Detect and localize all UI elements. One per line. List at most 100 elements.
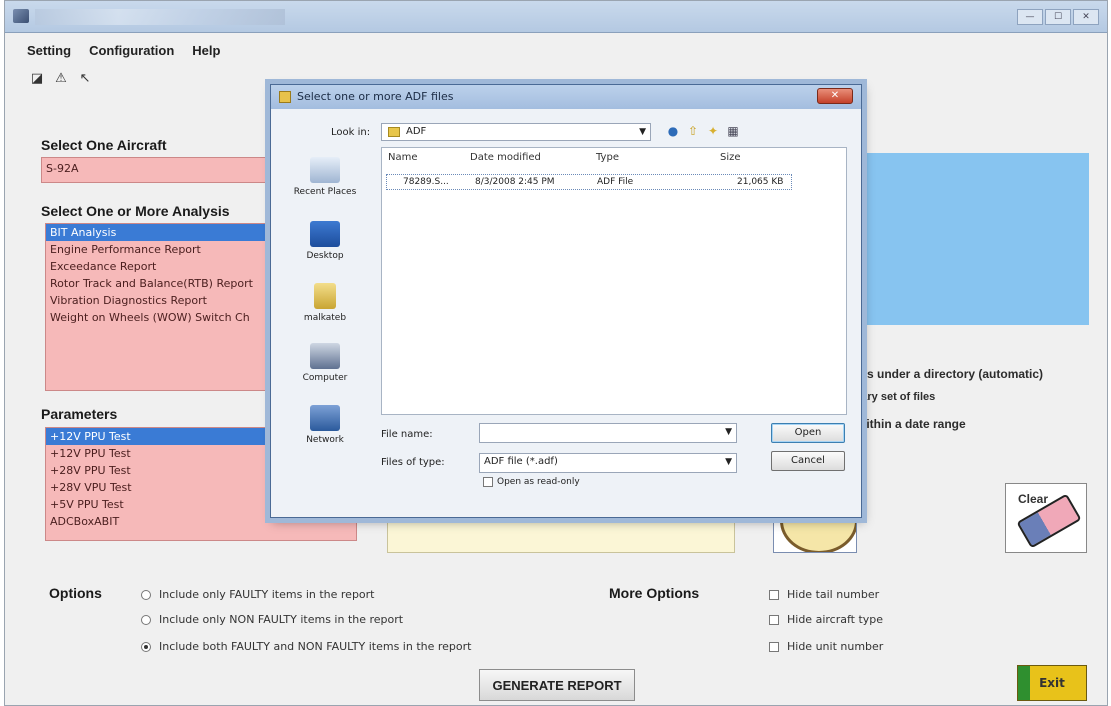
menu-configuration[interactable]: Configuration	[89, 43, 174, 58]
place-label: Network	[306, 435, 344, 445]
file-list: Name Date modified Type Size 78289.S... …	[381, 147, 847, 415]
place-user[interactable]: malkateb	[277, 283, 373, 323]
open-file-dialog: Select one or more ADF files ✕ Look in: …	[270, 84, 862, 518]
warning-icon[interactable]: ⚠	[53, 71, 69, 87]
check-hide-tail[interactable]: Hide tail number	[769, 588, 879, 601]
files-of-type-label: Files of type:	[381, 457, 445, 468]
checkbox[interactable]	[769, 614, 779, 625]
radio-label: Include both FAULTY and NON FAULTY items…	[159, 640, 472, 653]
analysis-item[interactable]: Weight on Wheels (WOW) Switch Ch	[46, 309, 280, 326]
options-title: Options	[49, 585, 102, 601]
place-desktop[interactable]: Desktop	[277, 221, 373, 261]
file-row[interactable]: 78289.S... 8/3/2008 2:45 PM ADF File 21,…	[386, 174, 792, 190]
column-size[interactable]: Size	[720, 152, 741, 163]
column-name[interactable]: Name	[388, 152, 418, 163]
recent-places-icon	[310, 157, 340, 183]
radio-non-faulty-only[interactable]: Include only NON FAULTY items in the rep…	[141, 613, 403, 626]
file-selection-panel	[851, 153, 1089, 325]
window-controls: — ☐ ✕	[1017, 9, 1099, 25]
close-window-button[interactable]: ✕	[1073, 9, 1099, 25]
look-in-value: ADF	[406, 126, 427, 137]
dialog-close-button[interactable]: ✕	[817, 88, 853, 104]
radio-label: Include only NON FAULTY items in the rep…	[159, 613, 404, 626]
folder-icon	[388, 127, 400, 137]
read-only-label: Open as read-only	[497, 477, 580, 487]
chevron-down-icon: ▼	[725, 427, 732, 437]
file-name-label: File name:	[381, 429, 433, 440]
minimize-button[interactable]: —	[1017, 9, 1043, 25]
aircraft-select[interactable]: S-92A	[41, 157, 281, 183]
option-date-range[interactable]: within a date range	[857, 417, 966, 431]
place-label: malkateb	[303, 313, 347, 323]
checkbox-label: Hide tail number	[787, 588, 880, 601]
place-label: Recent Places	[293, 187, 357, 197]
chevron-down-icon: ▼	[639, 127, 646, 137]
checkbox-label: Hide aircraft type	[787, 613, 884, 626]
radio-both[interactable]: Include both FAULTY and NON FAULTY items…	[141, 640, 471, 653]
chevron-down-icon: ▼	[725, 457, 732, 467]
checkbox[interactable]	[483, 477, 493, 487]
analysis-item[interactable]: BIT Analysis	[46, 224, 280, 241]
clear-button[interactable]: Clear	[1005, 483, 1087, 553]
analysis-list: BIT Analysis Engine Performance Report E…	[45, 223, 281, 391]
folder-icon	[279, 91, 291, 103]
back-icon[interactable]: ●	[665, 123, 681, 139]
file-type: ADF File	[597, 177, 634, 187]
exit-button[interactable]: Exit	[1017, 665, 1087, 701]
menu-help[interactable]: Help	[192, 43, 220, 58]
file-size: 21,065 KB	[737, 177, 784, 187]
radio-button[interactable]	[141, 614, 151, 625]
file-name-input[interactable]: ▼	[479, 423, 737, 443]
look-in-label: Look in:	[331, 127, 371, 138]
app-icon	[13, 9, 29, 23]
chart-icon[interactable]: ◪	[29, 71, 45, 87]
dialog-title-bar: Select one or more ADF files ✕	[271, 85, 861, 109]
read-only-checkbox[interactable]: Open as read-only	[483, 477, 580, 487]
menu-setting[interactable]: Setting	[27, 43, 71, 58]
dialog-nav-icons: ● ⇧ ✦ ▦	[665, 123, 741, 139]
places-bar: Recent Places Desktop malkateb Computer …	[277, 149, 373, 469]
checkbox[interactable]	[769, 641, 779, 652]
radio-button[interactable]	[141, 589, 151, 600]
network-icon	[310, 405, 340, 431]
maximize-button[interactable]: ☐	[1045, 9, 1071, 25]
analysis-heading: Select One or More Analysis	[41, 203, 230, 219]
up-folder-icon[interactable]: ⇧	[685, 123, 701, 139]
more-options-title: More Options	[609, 585, 700, 601]
option-directory-automatic[interactable]: les under a directory (automatic)	[857, 367, 1043, 381]
dialog-title: Select one or more ADF files	[297, 90, 454, 103]
file-name: 78289.S...	[403, 177, 449, 187]
place-recent[interactable]: Recent Places	[277, 157, 373, 197]
new-folder-icon[interactable]: ✦	[705, 123, 721, 139]
radio-faulty-only[interactable]: Include only FAULTY items in the report	[141, 588, 375, 601]
check-hide-unit[interactable]: Hide unit number	[769, 640, 883, 653]
radio-label: Include only FAULTY items in the report	[159, 588, 375, 601]
checkbox[interactable]	[769, 589, 779, 600]
window-title-strip	[35, 9, 285, 25]
place-computer[interactable]: Computer	[277, 343, 373, 383]
look-in-combo[interactable]: ADF ▼	[381, 123, 651, 141]
analysis-item[interactable]: Rotor Track and Balance(RTB) Report	[46, 275, 280, 292]
analysis-item[interactable]: Vibration Diagnostics Report	[46, 292, 280, 309]
title-bar: — ☐ ✕	[5, 1, 1107, 33]
radio-button[interactable]	[141, 641, 151, 652]
files-of-type-value: ADF file (*.adf)	[484, 456, 558, 467]
check-hide-aircraft-type[interactable]: Hide aircraft type	[769, 613, 883, 626]
cancel-button[interactable]: Cancel	[771, 451, 845, 471]
files-of-type-select[interactable]: ADF file (*.adf) ▼	[479, 453, 737, 473]
view-menu-icon[interactable]: ▦	[725, 123, 741, 139]
analysis-item[interactable]: Exceedance Report	[46, 258, 280, 275]
toolbar: ◪ ⚠ ↖	[29, 71, 93, 87]
desktop-icon	[310, 221, 340, 247]
aircraft-selected-value[interactable]: S-92A	[42, 158, 280, 180]
generate-report-button[interactable]: GENERATE REPORT	[479, 669, 635, 701]
place-label: Desktop	[306, 251, 344, 261]
column-date[interactable]: Date modified	[470, 152, 541, 163]
wand-icon[interactable]: ↖	[77, 71, 93, 87]
parameters-heading: Parameters	[41, 406, 118, 422]
column-type[interactable]: Type	[596, 152, 619, 163]
place-network[interactable]: Network	[277, 405, 373, 445]
open-button[interactable]: Open	[771, 423, 845, 443]
analysis-item[interactable]: Engine Performance Report	[46, 241, 280, 258]
option-arbitrary-files[interactable]: rary set of files	[857, 391, 935, 403]
